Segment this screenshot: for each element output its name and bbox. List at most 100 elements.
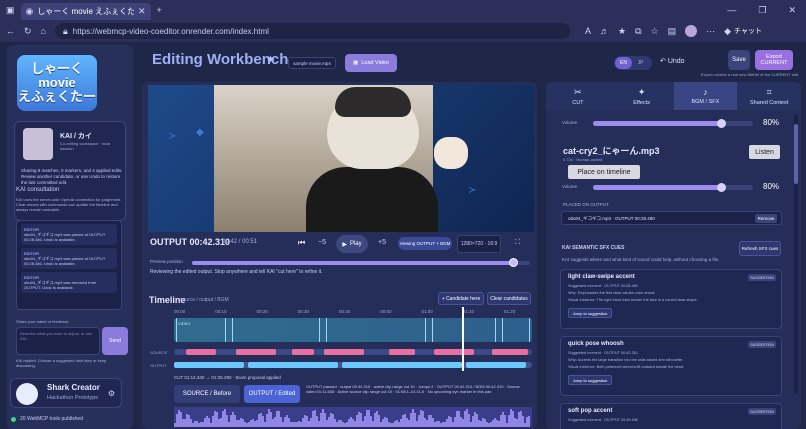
source-track[interactable] (174, 349, 532, 355)
reload-icon[interactable]: ↻ (24, 26, 32, 37)
log-text: otto04_ギコギコ.mp3 was removed from OUTPUT.… (24, 280, 97, 290)
source-segment[interactable] (434, 349, 474, 355)
forward-5-button[interactable]: +5 (378, 239, 386, 246)
load-video-button[interactable]: ▦ Load Video (345, 54, 397, 72)
volume-slider[interactable] (593, 183, 753, 192)
back-5-button[interactable]: −5 (318, 239, 326, 246)
output-segment[interactable] (342, 362, 462, 368)
video-track[interactable]: VIDEO (174, 318, 532, 342)
output-segment[interactable] (466, 362, 526, 368)
undo-button[interactable]: ↶ Undo (660, 57, 685, 65)
extensions-icon[interactable]: ⧉ (635, 26, 641, 37)
volume-knob[interactable] (717, 183, 726, 192)
address-bar[interactable]: 🔒︎ https://webmcp-video-coeditor.onrende… (54, 23, 570, 39)
fullscreen-icon[interactable]: ⛶ (515, 239, 520, 247)
status-dot-icon (11, 416, 16, 422)
send-button[interactable]: Send (102, 327, 128, 355)
favorites-icon[interactable]: ☆ (651, 26, 659, 37)
source-segment[interactable] (186, 349, 216, 355)
listen-button[interactable]: Listen (749, 145, 780, 159)
preview-knob[interactable] (509, 258, 519, 267)
source-segment[interactable] (236, 349, 276, 355)
bgm-name: cat-cry2_にゃーん.mp3 (563, 146, 660, 156)
load-icon: ▦ (353, 60, 359, 66)
lang-en[interactable]: EN (615, 57, 632, 69)
sidebar: しゃーく movie えふぇくたー KAI / カイ Co-editing wo… (7, 45, 133, 429)
source-segment[interactable] (389, 349, 415, 355)
tools-label: 20 WebMCP tools published (20, 416, 83, 422)
timeline-playhead[interactable] (462, 307, 464, 371)
jump-to-suggestion-button[interactable]: Jump to suggestion (568, 375, 612, 385)
new-tab-button[interactable]: + (157, 5, 162, 15)
fish-icon: ≻ (168, 131, 177, 142)
audio-waveform[interactable] (174, 407, 532, 427)
save-button[interactable]: Save (728, 50, 750, 70)
output-segment[interactable] (248, 362, 338, 368)
collections-icon[interactable]: ▤ (668, 26, 677, 37)
jump-to-suggestion-button[interactable]: Jump to suggestion (568, 308, 612, 318)
volume-knob[interactable] (717, 119, 726, 128)
volume-slider[interactable] (593, 119, 753, 128)
home-icon[interactable]: ⌂ (41, 26, 46, 36)
remove-button[interactable]: Remove (755, 214, 777, 223)
music-icon: ♪ (703, 87, 708, 97)
lang-jp[interactable]: JP (632, 57, 649, 69)
skip-start-icon[interactable]: ⏮ (298, 238, 305, 248)
resolution-badge: 1280×720 · 16:9 (457, 235, 501, 253)
read-aloud-icon[interactable]: ♬ (600, 26, 609, 36)
copilot-button[interactable]: ◆ チャット (724, 26, 762, 37)
back-icon[interactable]: ← (6, 26, 15, 36)
sidebar-toggle-icon[interactable]: ▣ (6, 5, 15, 16)
favorite-star-icon[interactable]: ★ (618, 26, 626, 37)
translate-icon[interactable]: A (585, 26, 591, 36)
close-tab-icon[interactable]: ✕ (138, 6, 146, 17)
volume-percent: 80% (763, 118, 780, 127)
play-label: Play (349, 241, 362, 247)
user-card: Shark Creator Hackathon Prototype ⚙ (10, 378, 122, 408)
video-segment[interactable] (502, 318, 530, 342)
sfx-evidence: Visual evidence: Both patterned sleeves … (568, 365, 685, 369)
tab-bgm-sfx[interactable]: ♪ BGM / SFX (673, 82, 738, 110)
tab-effects[interactable]: ✦ Effects (610, 82, 674, 110)
sfx-moment: Suggested moment · OUTPUT 00:28.480 (568, 284, 638, 288)
candidate-button[interactable]: + Candidate here (438, 292, 484, 305)
tab-cut[interactable]: ✂ CUT (546, 82, 610, 110)
language-toggle[interactable]: EN JP (614, 56, 652, 70)
video-segment[interactable] (326, 318, 426, 342)
settings-icon[interactable]: ⚙ (108, 389, 115, 398)
panel-scrollbar[interactable] (794, 114, 798, 394)
tab-label: CUT (572, 99, 584, 106)
viewing-mode-button[interactable]: Viewing OUTPUT + BGM (398, 237, 452, 250)
maximize-button[interactable]: ❐ (758, 5, 766, 16)
output-segment[interactable] (174, 362, 244, 368)
prompt-input[interactable]: Describe what you want to adjust, or ask… (16, 327, 100, 355)
refresh-sfx-button[interactable]: Refresh SFX cues (739, 241, 781, 256)
output-edited-button[interactable]: OUTPUT / Edited (244, 385, 300, 403)
video-segment[interactable] (232, 318, 320, 342)
browser-tab[interactable]: ◉ しゃーく movie えふぇくたー - Editing ✕ (20, 3, 151, 20)
copilot-icon: ◆ (724, 25, 732, 36)
video-segment[interactable] (432, 318, 496, 342)
output-track[interactable] (174, 362, 532, 368)
place-on-timeline-button[interactable]: Place on timeline (568, 165, 640, 179)
tab-shared-context[interactable]: ⌗ Shared Context (737, 82, 801, 110)
video-segment[interactable] (176, 318, 226, 342)
consult-log[interactable]: EDITOR otto04_ギコギコ.mp3 was placed at OUTP… (16, 220, 122, 310)
source-segment[interactable] (324, 349, 364, 355)
placed-item-text: otto04_ギコギコ.mp3 · OUTPUT 00:28.480 (568, 216, 655, 221)
sfx-name: soft pop accent (568, 408, 613, 414)
export-button[interactable]: Export CURRENT (755, 50, 793, 70)
placed-item: otto04_ギコギコ.mp3 · OUTPUT 00:28.480 Remov… (561, 211, 782, 225)
clear-candidates-button[interactable]: Clear candidates (487, 292, 531, 305)
preview-slider[interactable] (192, 258, 530, 267)
more-icon[interactable]: ⋯ (706, 26, 715, 37)
close-window-button[interactable]: ✕ (788, 5, 796, 16)
video-preview[interactable]: ≻ ◆ ≻ (148, 85, 534, 232)
source-segment[interactable] (292, 349, 314, 355)
minimize-button[interactable]: — (727, 5, 736, 16)
source-before-button[interactable]: SOURCE / Before (174, 385, 240, 403)
play-button[interactable]: ▶ Play (336, 235, 368, 253)
scrollbar-thumb[interactable] (794, 124, 798, 184)
source-segment[interactable] (492, 349, 528, 355)
profile-avatar[interactable] (685, 25, 698, 37)
